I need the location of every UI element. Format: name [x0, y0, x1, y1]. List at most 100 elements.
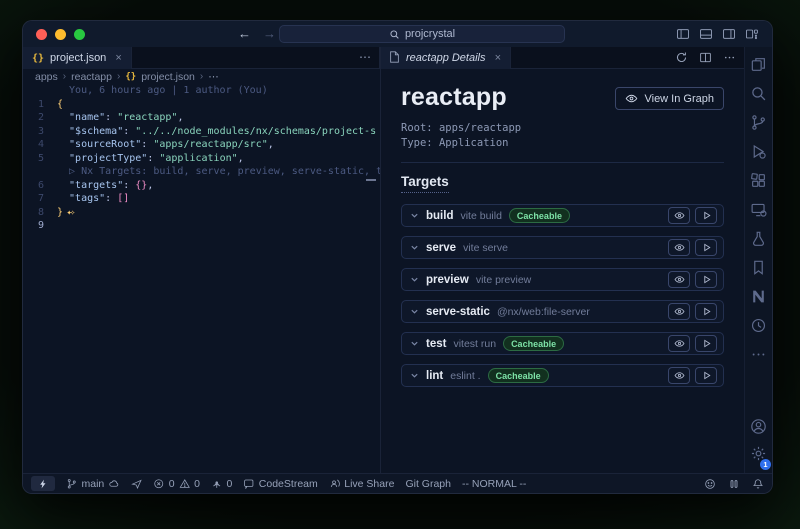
code-editor[interactable]: You, 6 hours ago | 1 author (You)1{2 "na…: [23, 84, 380, 473]
view-target-button[interactable]: [668, 271, 690, 288]
command-center-search[interactable]: projcrystal: [279, 25, 565, 43]
code-line[interactable]: 4 "sourceRoot": "apps/reactapp/src",: [23, 138, 380, 152]
view-target-button[interactable]: [668, 367, 690, 384]
cacheable-badge: Cacheable: [488, 368, 549, 383]
testing-icon[interactable]: [750, 230, 767, 247]
view-target-button[interactable]: [668, 303, 690, 320]
codestream-status[interactable]: CodeStream: [243, 478, 317, 490]
run-target-button[interactable]: [695, 239, 717, 256]
split-editor-icon[interactable]: [699, 51, 712, 64]
line-content: "targets": {},: [57, 179, 380, 193]
eye-icon: [674, 370, 685, 381]
vim-mode-indicator[interactable]: -- NORMAL --: [462, 478, 526, 490]
code-line[interactable]: 9: [23, 219, 380, 233]
divider: [401, 162, 724, 163]
line-content: "$schema": "../../node_modules/nx/schema…: [57, 125, 380, 139]
customize-layout-icon[interactable]: [745, 27, 759, 41]
run-target-button[interactable]: [695, 367, 717, 384]
code-line[interactable]: 8} ✦✧: [23, 206, 380, 220]
toggle-panel-icon[interactable]: [699, 27, 713, 41]
history-forward-button[interactable]: →: [263, 26, 276, 41]
chevron-down-icon[interactable]: [410, 339, 419, 348]
code-line[interactable]: 1{: [23, 98, 380, 112]
codestream-icon: [243, 478, 255, 490]
target-row[interactable]: serve-static @nx/web:file-server: [401, 300, 724, 323]
git-graph-status[interactable]: Git Graph: [405, 478, 451, 490]
live-share-status[interactable]: Live Share: [329, 478, 395, 490]
breadcrumb-item[interactable]: apps: [35, 71, 58, 83]
git-branch-status[interactable]: main: [66, 478, 120, 490]
vscode-window: ← → projcrystal {} project.json × ⋯: [22, 20, 773, 494]
codelens-play-icon[interactable]: ▷: [57, 166, 81, 177]
nx-console-icon[interactable]: [750, 288, 767, 305]
chevron-down-icon[interactable]: [410, 371, 419, 380]
toggle-sidebar-right-icon[interactable]: [722, 27, 736, 41]
run-target-button[interactable]: [695, 207, 717, 224]
code-line[interactable]: 5 "projectType": "application",: [23, 152, 380, 166]
more-actions-icon[interactable]: [723, 51, 736, 64]
notifications-bell-icon[interactable]: [752, 478, 764, 490]
remote-explorer-icon[interactable]: [750, 201, 767, 218]
history-back-button[interactable]: ←: [238, 26, 251, 41]
bookmarks-icon[interactable]: [750, 259, 767, 276]
explorer-icon[interactable]: [750, 56, 767, 73]
run-target-button[interactable]: [695, 303, 717, 320]
run-target-button[interactable]: [695, 271, 717, 288]
close-window-button[interactable]: [36, 29, 47, 40]
tab-reactapp-details[interactable]: reactapp Details ×: [380, 47, 511, 69]
close-tab-icon[interactable]: ×: [495, 52, 501, 64]
code-line[interactable]: ▷ Nx Targets: build, serve, preview, ser…: [23, 165, 380, 179]
breadcrumb[interactable]: apps›reactapp›{}project.json›⋯: [23, 69, 380, 84]
account-icon[interactable]: [750, 418, 767, 435]
extensions-icon[interactable]: [750, 172, 767, 189]
target-row[interactable]: serve vite serve: [401, 236, 724, 259]
tab-project-json[interactable]: {} project.json ×: [23, 47, 132, 69]
maximize-window-button[interactable]: [74, 29, 85, 40]
code-line[interactable]: 3 "$schema": "../../node_modules/nx/sche…: [23, 125, 380, 139]
remote-indicator[interactable]: [31, 476, 55, 491]
run-debug-icon[interactable]: [750, 143, 767, 160]
view-target-button[interactable]: [668, 239, 690, 256]
run-target-button[interactable]: [695, 335, 717, 352]
line-content: "sourceRoot": "apps/reactapp/src",: [57, 138, 380, 152]
code-line[interactable]: 2 "name": "reactapp",: [23, 111, 380, 125]
error-icon: [153, 478, 165, 490]
code-line[interactable]: 6 "targets": {},: [23, 179, 380, 193]
search-icon[interactable]: [750, 85, 767, 102]
breadcrumb-item[interactable]: reactapp: [71, 71, 112, 83]
tab-overflow-icon[interactable]: ⋯: [359, 50, 371, 64]
nx-targets-codelens[interactable]: Nx Targets: build, serve, preview, serve…: [81, 166, 380, 177]
minimize-window-button[interactable]: [55, 29, 66, 40]
chevron-down-icon[interactable]: [410, 211, 419, 220]
source-control-icon[interactable]: [750, 114, 767, 131]
target-row[interactable]: build vite build Cacheable: [401, 204, 724, 227]
line-content: ▷ Nx Targets: build, serve, preview, ser…: [57, 165, 380, 179]
view-in-graph-button[interactable]: View In Graph: [615, 87, 724, 110]
problems-indicator[interactable]: 0 0: [153, 478, 200, 490]
chevron-down-icon[interactable]: [410, 275, 419, 284]
code-line[interactable]: 7 "tags": []: [23, 192, 380, 206]
breadcrumb-item[interactable]: ⋯: [208, 71, 219, 83]
more-views-icon[interactable]: [750, 346, 767, 363]
chevron-down-icon[interactable]: [410, 307, 419, 316]
chevron-down-icon[interactable]: [410, 243, 419, 252]
target-row[interactable]: lint eslint . Cacheable: [401, 364, 724, 387]
code-line[interactable]: You, 6 hours ago | 1 author (You): [23, 84, 380, 98]
toggle-sidebar-left-icon[interactable]: [676, 27, 690, 41]
breadcrumb-item[interactable]: project.json: [141, 71, 195, 83]
feedback-smiley-icon[interactable]: [704, 478, 716, 490]
eye-icon: [625, 92, 638, 105]
refresh-icon[interactable]: [675, 51, 688, 64]
breadcrumb-separator: ›: [117, 71, 120, 82]
timeline-clock-icon[interactable]: [750, 317, 767, 334]
close-tab-icon[interactable]: ×: [115, 52, 121, 64]
line-number: [23, 165, 57, 179]
ports-indicator[interactable]: 0: [211, 478, 232, 490]
settings-gear[interactable]: 1: [750, 445, 767, 467]
launchpad-indicator[interactable]: [131, 478, 143, 490]
view-target-button[interactable]: [668, 207, 690, 224]
view-target-button[interactable]: [668, 335, 690, 352]
target-row[interactable]: test vitest run Cacheable: [401, 332, 724, 355]
target-row[interactable]: preview vite preview: [401, 268, 724, 291]
fm-indicator-icon[interactable]: [728, 478, 740, 490]
